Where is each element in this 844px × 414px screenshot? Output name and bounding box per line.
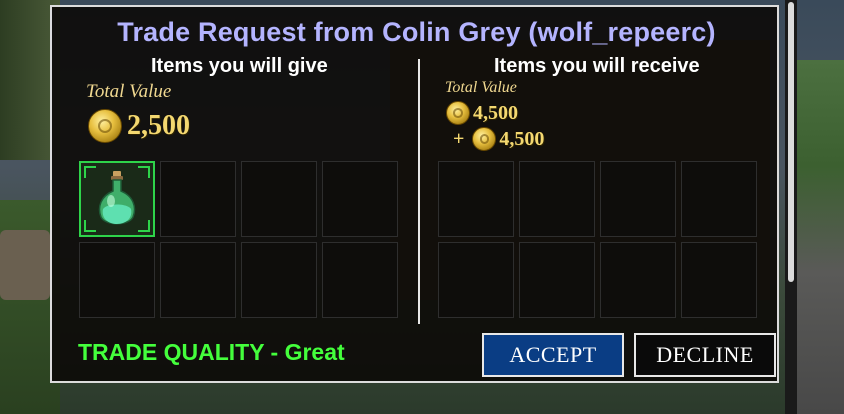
give-slot-4[interactable]	[322, 161, 398, 237]
receive-slot-5[interactable]	[438, 242, 514, 318]
receive-slot-2[interactable]	[519, 161, 595, 237]
receive-slot-7[interactable]	[600, 242, 676, 318]
give-total-amount: 2,500	[127, 110, 190, 141]
trade-title: Trade Request from Colin Grey (wolf_repe…	[117, 17, 716, 47]
give-slot-3[interactable]	[241, 161, 317, 237]
green-potion-icon	[98, 171, 136, 225]
rock	[0, 230, 50, 300]
receive-slot-6[interactable]	[519, 242, 595, 318]
scrollbar-thumb[interactable]	[788, 2, 794, 282]
give-slot-7[interactable]	[241, 242, 317, 318]
trade-quality-text: TRADE QUALITY - Great	[78, 339, 345, 365]
give-total-value: 2,500	[88, 109, 190, 145]
grass-right	[794, 60, 844, 414]
gold-coin-icon	[446, 101, 470, 125]
give-slot-8[interactable]	[322, 242, 398, 318]
receive-slot-4[interactable]	[681, 161, 757, 237]
give-slot-1[interactable]	[79, 161, 155, 237]
gold-coin-icon	[472, 127, 497, 151]
receive-total-value-label: Total Value	[445, 79, 517, 96]
plus-sign: +	[453, 127, 465, 150]
give-slot-5[interactable]	[79, 242, 155, 318]
give-heading: Items you will give	[151, 55, 328, 77]
give-slot-2[interactable]	[160, 161, 236, 237]
receive-value-line-1: 4,500	[446, 101, 518, 125]
receive-slot-1[interactable]	[438, 161, 514, 237]
receive-slot-3[interactable]	[600, 161, 676, 237]
give-slot-6[interactable]	[160, 242, 236, 318]
receive-slot-8[interactable]	[681, 242, 757, 318]
receive-heading: Items you will receive	[494, 55, 700, 77]
give-item-grid	[79, 161, 398, 318]
give-total-value-label: Total Value	[86, 81, 172, 102]
receive-item-grid	[438, 161, 757, 318]
accept-button[interactable]: ACCEPT	[482, 333, 624, 377]
receive-value-line-2: +4,500	[453, 127, 544, 151]
receive-amount-1: 4,500	[473, 101, 518, 124]
decline-button[interactable]: DECLINE	[634, 333, 776, 377]
column-divider	[418, 59, 420, 324]
trade-request-window: Trade Request from Colin Grey (wolf_repe…	[50, 5, 779, 383]
receive-amount-2: 4,500	[499, 127, 545, 150]
gold-coin-icon	[88, 109, 122, 143]
